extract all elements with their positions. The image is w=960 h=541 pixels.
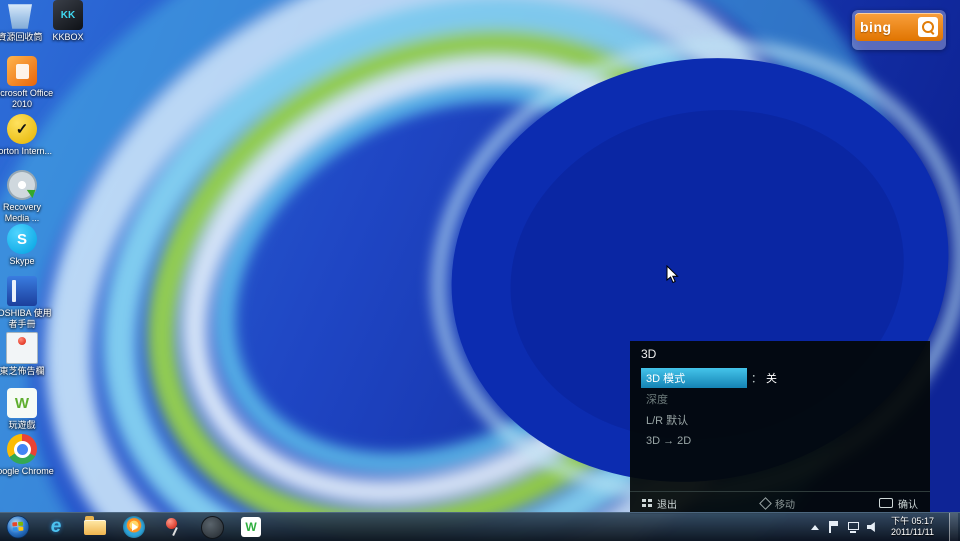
search-icon xyxy=(922,21,934,33)
osd-item-depth[interactable]: 深度 xyxy=(641,389,919,408)
osd-item-value: 关 xyxy=(766,372,777,385)
taskbar-item-utility[interactable] xyxy=(197,515,227,539)
clock-time: 下午 05:17 xyxy=(890,516,934,526)
chrome-icon xyxy=(7,434,37,464)
desktop-icon-label: Recovery Media ... xyxy=(2,202,41,223)
desktop-icon-label: KKBOX xyxy=(52,32,84,42)
office-icon xyxy=(7,56,37,86)
media-player-icon xyxy=(123,516,145,538)
osd-title: 3D xyxy=(641,347,657,361)
taskbar-item-ie[interactable]: e xyxy=(41,515,71,539)
desktop-icon-label: 玩遊戲 xyxy=(8,420,36,430)
desktop-icon-kkbox[interactable]: KK KKBOX xyxy=(36,0,100,43)
osd-item-label: 深度 xyxy=(646,393,668,406)
osd-hint-label: 确认 xyxy=(898,499,918,511)
clock-date: 2011/11/11 xyxy=(890,527,934,537)
move-icon xyxy=(759,496,772,510)
desktop-icon-play-games[interactable]: W 玩遊戲 xyxy=(0,388,54,431)
ie-icon: e xyxy=(50,516,62,537)
taskbar-item-wildtangent[interactable]: W xyxy=(236,515,266,539)
bing-search-box[interactable]: bing xyxy=(855,13,943,41)
recycle-bin-icon xyxy=(8,4,32,29)
osd-panel: 3D 3D 模式 ： 关 深度 L/R 默认 3D → 2D 退出 移动 确认 xyxy=(630,341,930,514)
bing-search-button[interactable] xyxy=(918,17,938,37)
osd-item-label: 3D 模式 xyxy=(641,367,747,388)
desktop-icon-toshiba-manual[interactable]: TOSHIBA 使用者手冊 xyxy=(0,276,54,330)
kkbox-icon: KK xyxy=(53,0,83,30)
bing-logo: bing xyxy=(860,19,892,35)
osd-item-lr-default[interactable]: L/R 默认 xyxy=(641,410,919,429)
osd-menu: 3D 模式 ： 关 深度 L/R 默认 3D → 2D xyxy=(641,367,919,452)
desktop-icon-label: 東芝佈告欄 xyxy=(0,366,45,376)
taskbar-item-media-player[interactable] xyxy=(119,515,149,539)
desktop-icon-recovery-media[interactable]: Recovery Media ... xyxy=(0,170,54,224)
show-hidden-icons-button[interactable] xyxy=(810,524,819,530)
desktop-icon-label: Microsoft Office 2010 xyxy=(0,88,54,109)
desktop-icon-label: Norton Intern... xyxy=(0,146,53,156)
clock-app-icon xyxy=(200,515,224,539)
desktop-icon-skype[interactable]: S Skype xyxy=(0,224,54,267)
osd-hint-confirm: 确认 xyxy=(879,496,918,511)
desktop-icon-google-chrome[interactable]: Google Chrome xyxy=(0,434,54,477)
folder-icon xyxy=(84,515,106,535)
menu-grid-icon xyxy=(642,499,652,507)
osd-hint-move: 移动 xyxy=(759,496,795,511)
desktop-icon-toshiba-bulletin[interactable]: 東芝佈告欄 xyxy=(0,332,54,377)
osd-item-label: 3D → 2D xyxy=(646,434,692,447)
bulletin-board-icon xyxy=(6,332,38,364)
action-center-flag-icon[interactable] xyxy=(827,521,839,533)
osd-footer: 退出 移动 确认 xyxy=(630,491,930,514)
osd-item-label: L/R 默认 xyxy=(646,414,689,427)
osd-hint-exit: 退出 xyxy=(642,496,677,511)
taskbar: e W 下午 05:17 2011/11/11 xyxy=(0,512,960,541)
speaker-icon[interactable] xyxy=(866,521,875,533)
icon-glyph: S xyxy=(16,230,27,248)
manual-book-icon xyxy=(7,276,37,306)
windows-logo-icon xyxy=(6,515,30,539)
osd-hint-label: 退出 xyxy=(657,499,677,511)
check-glyph: ✓ xyxy=(15,121,29,138)
desktop-icon-norton[interactable]: ✓ Norton Intern... xyxy=(0,114,54,157)
network-icon[interactable] xyxy=(847,521,859,533)
ok-icon xyxy=(879,498,893,508)
desktop-icon-label: Google Chrome xyxy=(0,466,54,476)
osd-hint-label: 移动 xyxy=(775,499,795,511)
desktop-icon-ms-office[interactable]: Microsoft Office 2010 xyxy=(0,56,54,110)
w-app-icon: W xyxy=(241,517,261,537)
pushpin-icon xyxy=(161,515,185,539)
icon-glyph: W xyxy=(14,394,30,412)
desktop: 資源回收筒 KK KKBOX Microsoft Office 2010 ✓ N… xyxy=(0,0,960,541)
bing-search-gadget[interactable]: bing xyxy=(852,10,946,50)
desktop-icon-label: TOSHIBA 使用者手冊 xyxy=(0,308,52,329)
games-icon: W xyxy=(7,388,37,418)
skype-icon: S xyxy=(7,224,37,254)
taskbar-item-explorer[interactable] xyxy=(80,515,110,539)
taskbar-item-pinned-app[interactable] xyxy=(158,515,188,539)
start-button[interactable] xyxy=(5,514,31,540)
desktop-icon-label: Skype xyxy=(9,256,35,266)
taskbar-pinned-items: e W xyxy=(41,515,266,539)
icon-glyph: KK xyxy=(60,9,76,21)
osd-item-3d-mode[interactable]: 3D 模式 ： 关 xyxy=(641,367,919,388)
system-tray: 下午 05:17 2011/11/11 xyxy=(810,513,960,541)
osd-item-separator: ： xyxy=(751,372,762,385)
osd-item-3d-to-2d[interactable]: 3D → 2D xyxy=(641,431,919,450)
recovery-disc-icon xyxy=(7,170,37,200)
show-desktop-button[interactable] xyxy=(949,513,958,541)
tray-clock[interactable]: 下午 05:17 2011/11/11 xyxy=(886,516,939,538)
norton-icon: ✓ xyxy=(7,114,37,144)
